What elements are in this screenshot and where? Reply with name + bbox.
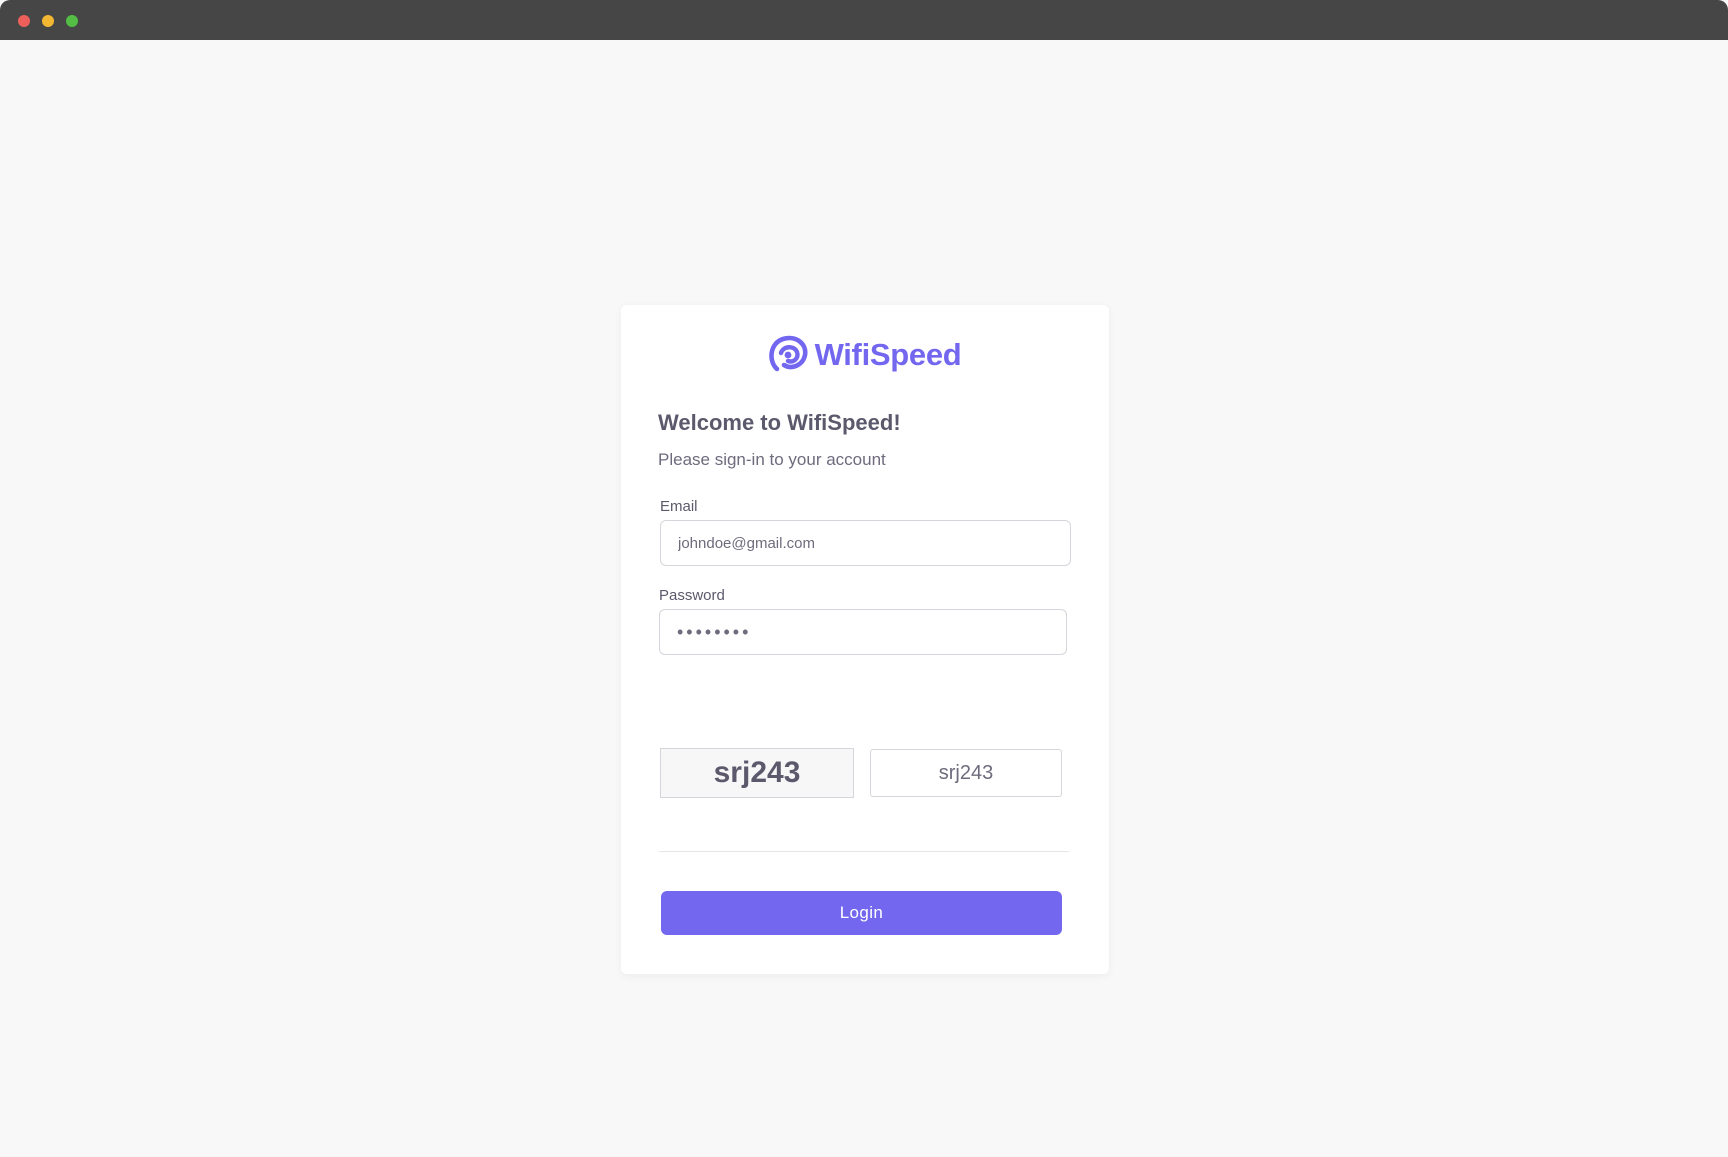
password-input[interactable] [659,609,1067,655]
login-button[interactable]: Login [661,891,1062,935]
divider [659,851,1069,852]
captcha-input[interactable] [870,749,1062,797]
window-minimize-button[interactable] [42,15,54,27]
email-input[interactable] [660,520,1071,566]
wifi-spiral-logo-icon [768,335,808,372]
page-title: Welcome to WifiSpeed! [658,410,901,435]
window-close-button[interactable] [18,15,30,27]
window-maximize-button[interactable] [66,15,78,27]
page-content: WifiSpeed Welcome to WifiSpeed! Please s… [0,40,1728,1157]
captcha-code: srj243 [660,748,854,798]
email-label: Email [660,498,698,515]
brand-header: WifiSpeed [621,333,1109,377]
password-label: Password [659,587,725,604]
login-card: WifiSpeed Welcome to WifiSpeed! Please s… [621,305,1109,974]
window-title-bar [0,0,1728,40]
brand-name: WifiSpeed [814,337,962,372]
page-subtitle: Please sign-in to your account [658,450,886,469]
